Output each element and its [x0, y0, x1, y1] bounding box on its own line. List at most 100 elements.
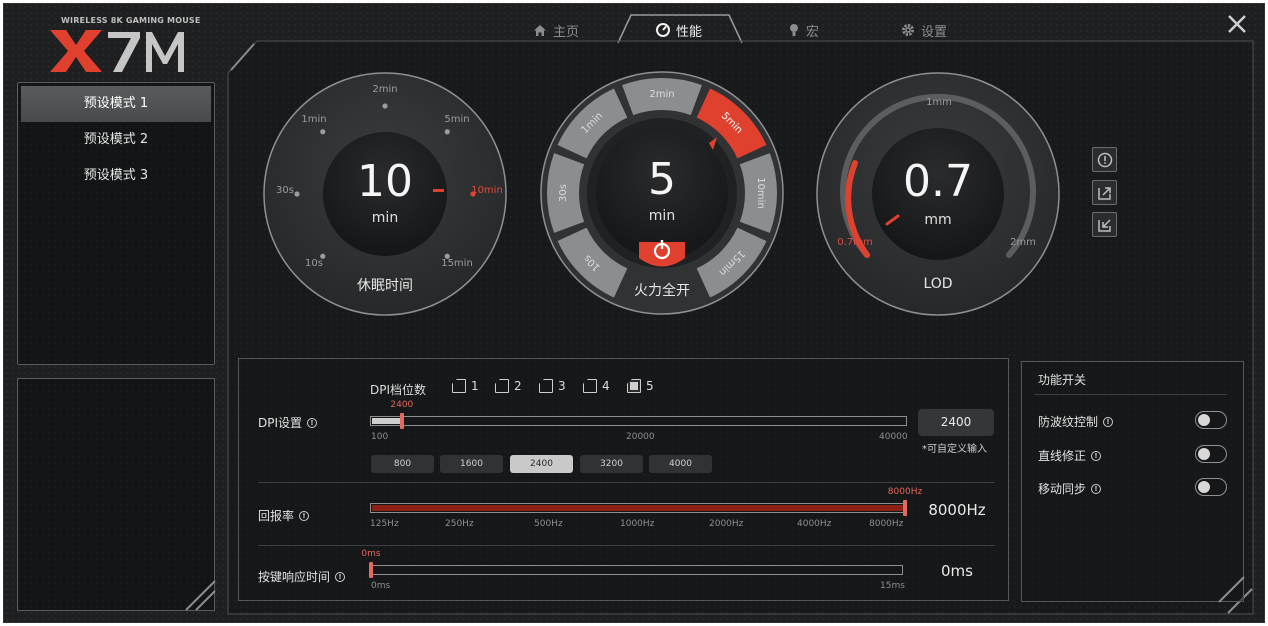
corner-decoration [185, 580, 216, 611]
polling-label: 回报率 ! [258, 507, 310, 524]
dpi-preset-2400[interactable]: 2400 [510, 455, 573, 473]
sleep-tick-label[interactable]: 15min [432, 258, 482, 269]
dpi-input[interactable]: 2400 [918, 409, 994, 436]
sleep-tick-label[interactable]: 30s [260, 185, 310, 196]
polling-slider-thumb[interactable] [903, 500, 907, 516]
sleep-tick-dot [444, 129, 450, 135]
stage-num: 2 [514, 379, 522, 393]
info-icon[interactable]: ! [299, 510, 310, 521]
dpi-stages-label: DPI档位数 [370, 383, 427, 397]
dpi-stage-1[interactable]: 1 [452, 379, 479, 393]
dpi-scale-mid: 20000 [626, 432, 655, 442]
debounce-scale-min: 0ms [371, 581, 391, 591]
switch-label-text: 直线修正 [1038, 449, 1087, 463]
debounce-slider-thumb[interactable] [369, 562, 373, 578]
import-icon[interactable] [1092, 212, 1117, 237]
stage-icon [627, 379, 641, 393]
macro-icon [790, 24, 798, 36]
stage-num: 3 [558, 379, 566, 393]
info-icon[interactable]: ! [335, 571, 346, 582]
tab-label: 主页 [553, 24, 580, 40]
polling-scale-label: 250Hz [445, 519, 474, 529]
fire-segment-label: 2min [649, 89, 674, 100]
divider [258, 545, 995, 546]
stage-num: 5 [646, 379, 654, 393]
export-icon[interactable] [1092, 180, 1117, 205]
dpi-stage-3[interactable]: 3 [539, 379, 566, 393]
dpi-scale-max: 40000 [879, 432, 908, 442]
polling-slider-fill [372, 505, 907, 511]
sleep-value: 10 [357, 156, 413, 207]
switch-label-angle-snap: 直线修正 ! [1038, 447, 1102, 464]
info-icon[interactable]: ! [1091, 483, 1102, 494]
app-window: WIRELESS 8K GAMING MOUSE 主页 性能 宏 设置 预设模式… [3, 3, 1265, 623]
brand-logo [50, 30, 184, 72]
switch-label-motion-sync: 移动同步 ! [1038, 480, 1102, 497]
debounce-label: 按键响应时间 ! [258, 568, 346, 585]
anti-ripple-toggle[interactable] [1195, 411, 1227, 429]
lod-tick-label[interactable]: 2mm [998, 237, 1048, 248]
info-icon[interactable] [1092, 147, 1117, 172]
dpi-stage-2[interactable]: 2 [495, 379, 522, 393]
sleep-tick-dot [320, 129, 326, 135]
sleep-tick-label[interactable]: 10s [289, 258, 339, 269]
dpi-stage-5[interactable]: 5 [627, 379, 654, 393]
dpi-preset-1600[interactable]: 1600 [440, 455, 503, 473]
switch-label-text: 移动同步 [1038, 482, 1087, 496]
lod-unit: mm [924, 212, 952, 228]
fire-unit: min [648, 208, 676, 224]
mode-item-1[interactable]: 预设模式 1 [21, 86, 211, 122]
sleep-tick-label[interactable]: 2min [360, 84, 410, 95]
divider [258, 482, 995, 483]
preset-mode-panel: 预设模式 1 预设模式 2 预设模式 3 [17, 82, 215, 365]
dpi-label: DPI设置 ! [258, 414, 318, 431]
tab-label: 设置 [921, 24, 948, 40]
lod-title: LOD [923, 276, 953, 292]
lod-tick-label[interactable]: 1mm [914, 97, 964, 108]
stage-num: 4 [602, 379, 610, 393]
polling-scale-label: 500Hz [534, 519, 563, 529]
sleep-tick-dot [382, 103, 388, 109]
stage-icon [452, 379, 466, 393]
sleep-tick-label[interactable]: 1min [289, 114, 339, 125]
polling-scale-label: 2000Hz [709, 519, 744, 529]
debounce-scale-max: 15ms [880, 581, 905, 591]
polling-scale-label: 8000Hz [869, 519, 904, 529]
angle-snap-toggle[interactable] [1195, 445, 1227, 463]
debounce-value: 0ms [941, 562, 973, 580]
polling-slider-track[interactable] [370, 503, 907, 513]
dpi-slider-track[interactable] [370, 416, 907, 426]
debounce-slider-track[interactable] [370, 565, 903, 575]
close-icon[interactable] [1225, 12, 1249, 36]
polling-scale-label: 125Hz [370, 519, 399, 529]
sleep-tick-label-selected[interactable]: 10min [462, 185, 512, 196]
sleep-unit: min [371, 210, 399, 226]
info-icon[interactable]: ! [307, 417, 318, 428]
sleep-tick-label[interactable]: 5min [432, 114, 482, 125]
dpi-stage-4[interactable]: 4 [583, 379, 610, 393]
fire-title: 火力全开 [634, 283, 690, 299]
dpi-preset-3200[interactable]: 3200 [580, 455, 643, 473]
mode-item-2[interactable]: 预设模式 2 [21, 122, 211, 158]
logo-subtitle: WIRELESS 8K GAMING MOUSE [61, 16, 201, 25]
polling-label-text: 回报率 [258, 509, 295, 523]
dpi-preset-800[interactable]: 800 [371, 455, 434, 473]
info-icon[interactable]: ! [1091, 450, 1102, 461]
dpi-slider-value: 2400 [390, 400, 414, 410]
polling-scale-label: 4000Hz [797, 519, 832, 529]
gauge-icon [656, 23, 670, 37]
fire-segment-label: 10min [755, 177, 766, 209]
dpi-label-text: DPI设置 [258, 416, 303, 430]
switch-label-anti-ripple: 防波纹控制 ! [1038, 413, 1114, 430]
mode-item-3[interactable]: 预设模式 3 [21, 158, 211, 194]
dpi-scale-min: 100 [371, 432, 389, 442]
dpi-slider-thumb[interactable] [399, 413, 404, 429]
lod-tick-label-selected[interactable]: 0.7mm [830, 237, 880, 248]
info-icon[interactable]: ! [1103, 416, 1114, 427]
home-icon [534, 24, 546, 36]
motion-sync-toggle[interactable] [1195, 478, 1227, 496]
fire-segment-label: 30s [558, 184, 569, 202]
corner-decoration [1218, 576, 1245, 603]
toggle-knob [1198, 414, 1210, 426]
dpi-preset-4000[interactable]: 4000 [649, 455, 712, 473]
